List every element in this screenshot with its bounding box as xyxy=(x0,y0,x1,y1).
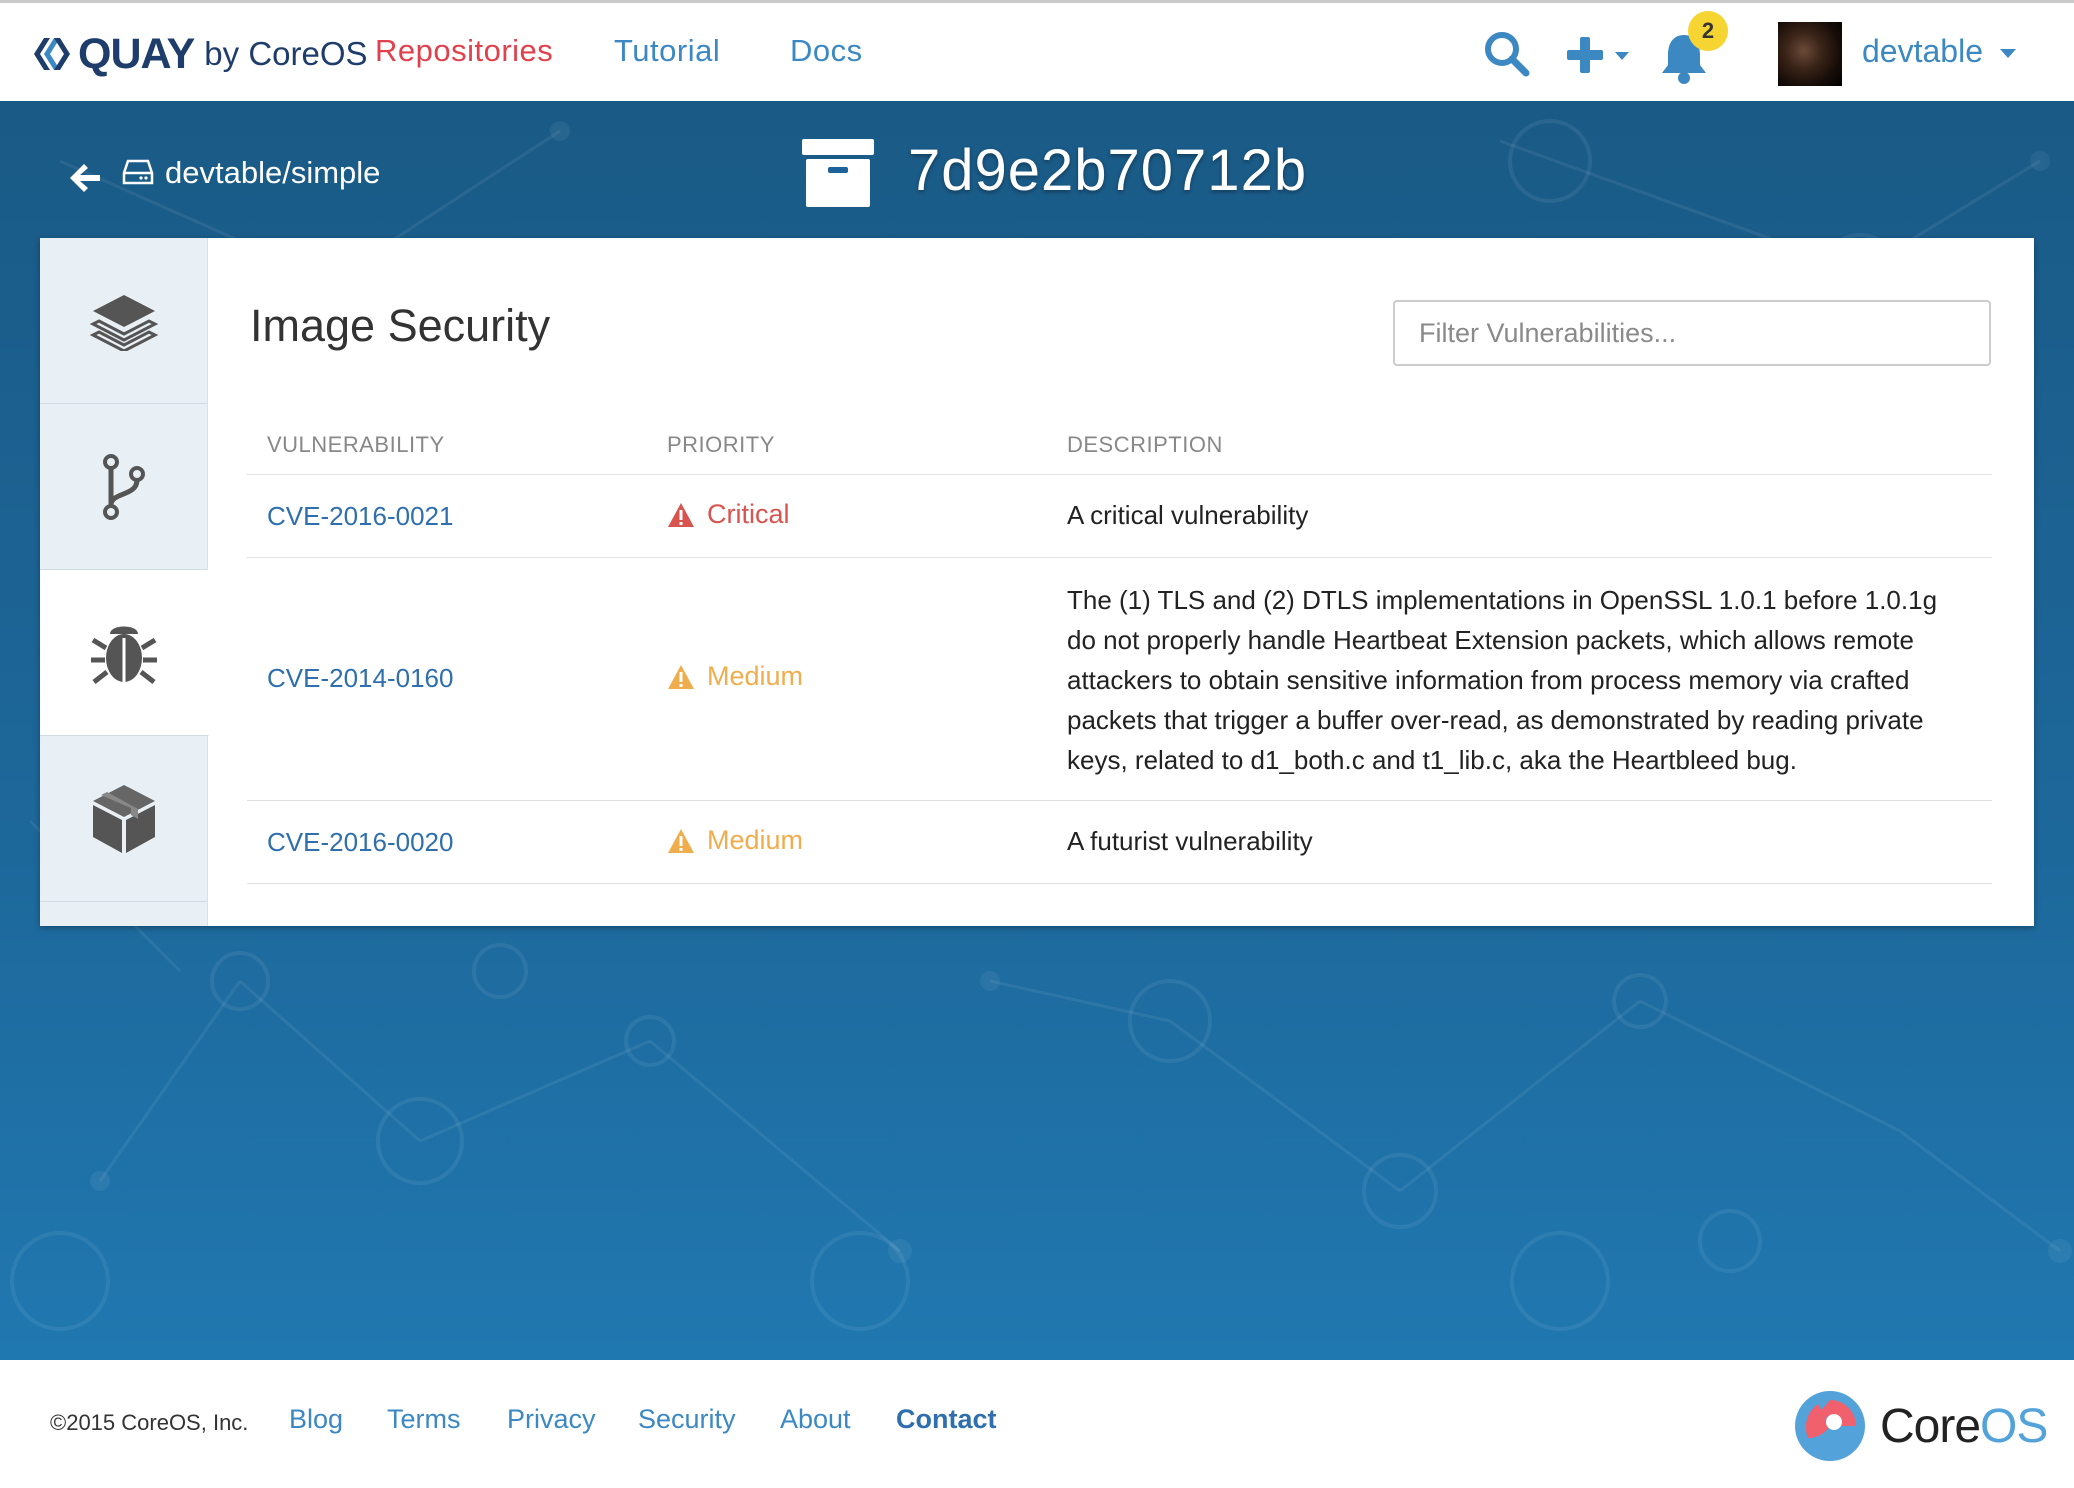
table-row: CVE-2016-0021 Critical A critical vulner… xyxy=(247,475,1992,558)
package-icon xyxy=(92,784,155,853)
image-view-card: Image Security VULNERABILITY PRIORITY DE… xyxy=(40,238,2034,926)
repository-icon xyxy=(122,159,154,185)
tab-packages[interactable] xyxy=(40,736,207,902)
page-hero: devtable/simple 7d9e2b70712b Image Secur… xyxy=(0,101,2074,1360)
top-navbar: QUAY by CoreOS Repositories Tutorial Doc… xyxy=(0,0,2074,101)
quay-logo[interactable]: QUAY by CoreOS xyxy=(30,29,368,79)
back-arrow-icon[interactable] xyxy=(68,161,102,195)
repository-breadcrumb-link[interactable]: devtable/simple xyxy=(165,155,380,191)
warning-icon xyxy=(668,828,694,853)
vulnerability-description: A critical vulnerability xyxy=(1067,500,1309,530)
image-side-tabs xyxy=(40,238,209,926)
column-header-vulnerability[interactable]: VULNERABILITY xyxy=(267,432,445,458)
image-archive-icon xyxy=(802,139,874,207)
vulnerability-description: A futurist vulnerability xyxy=(1067,826,1313,856)
notification-count-badge: 2 xyxy=(1688,11,1728,51)
table-row: CVE-2014-0160 Medium The (1) TLS and (2)… xyxy=(247,558,1992,801)
priority-label: Medium xyxy=(707,661,804,691)
vulnerability-description: The (1) TLS and (2) DTLS implementations… xyxy=(1067,585,1938,775)
user-menu-caret-icon[interactable] xyxy=(2000,49,2016,58)
quay-logo-icon xyxy=(34,38,70,70)
cve-link[interactable]: CVE-2014-0160 xyxy=(267,663,453,694)
cve-link[interactable]: CVE-2016-0020 xyxy=(267,827,453,858)
branch-icon xyxy=(102,453,145,520)
create-new-icon[interactable] xyxy=(1566,33,1636,77)
tab-layers[interactable] xyxy=(40,238,207,404)
bug-icon xyxy=(91,626,157,684)
footer-link-blog[interactable]: Blog xyxy=(289,1404,343,1435)
logo-wordmark: QUAY xyxy=(78,29,195,78)
table-row: CVE-2016-0020 Medium A futurist vulnerab… xyxy=(247,801,1992,884)
column-header-description[interactable]: DESCRIPTION xyxy=(1067,432,1223,458)
cve-link[interactable]: CVE-2016-0021 xyxy=(267,501,453,532)
footer-link-about[interactable]: About xyxy=(780,1404,851,1435)
warning-icon xyxy=(668,664,694,689)
search-icon[interactable] xyxy=(1482,29,1532,79)
coreos-wordmark-core: Core xyxy=(1880,1399,1981,1453)
footer-link-contact[interactable]: Contact xyxy=(896,1404,997,1435)
column-header-priority[interactable]: PRIORITY xyxy=(667,432,775,458)
nav-repositories[interactable]: Repositories xyxy=(375,33,553,69)
footer-link-terms[interactable]: Terms xyxy=(387,1404,461,1435)
table-header: VULNERABILITY PRIORITY DESCRIPTION xyxy=(247,418,1992,475)
priority-cell: Medium xyxy=(667,825,803,856)
vulnerability-table: VULNERABILITY PRIORITY DESCRIPTION CVE-2… xyxy=(247,418,1992,884)
coreos-logo-icon xyxy=(1795,1391,1865,1461)
priority-cell: Critical xyxy=(667,499,790,530)
priority-cell: Medium xyxy=(667,661,803,692)
coreos-wordmark-os: OS xyxy=(1980,1399,2048,1453)
security-panel-title: Image Security xyxy=(250,300,551,351)
footer-link-privacy[interactable]: Privacy xyxy=(507,1404,596,1435)
page-title: 7d9e2b70712b xyxy=(908,138,1308,203)
filter-vulnerabilities-input[interactable] xyxy=(1393,300,1991,366)
footer-link-security[interactable]: Security xyxy=(638,1404,736,1435)
page-footer: ©2015 CoreOS, Inc. Blog Terms Privacy Se… xyxy=(0,1360,2074,1488)
tab-history[interactable] xyxy=(40,404,207,570)
tab-security[interactable] xyxy=(40,570,209,736)
warning-icon xyxy=(668,502,694,527)
priority-label: Critical xyxy=(707,499,790,529)
coreos-logo[interactable]: Core OS xyxy=(1794,1390,2048,1462)
nav-tutorial[interactable]: Tutorial xyxy=(614,33,720,69)
copyright-text: ©2015 CoreOS, Inc. xyxy=(50,1410,249,1435)
layers-icon xyxy=(89,294,158,351)
nav-docs[interactable]: Docs xyxy=(790,33,863,69)
user-avatar[interactable] xyxy=(1778,22,1842,86)
logo-by-coreos: by CoreOS xyxy=(204,35,368,72)
priority-label: Medium xyxy=(707,825,804,855)
user-menu-name[interactable]: devtable xyxy=(1862,33,1983,70)
